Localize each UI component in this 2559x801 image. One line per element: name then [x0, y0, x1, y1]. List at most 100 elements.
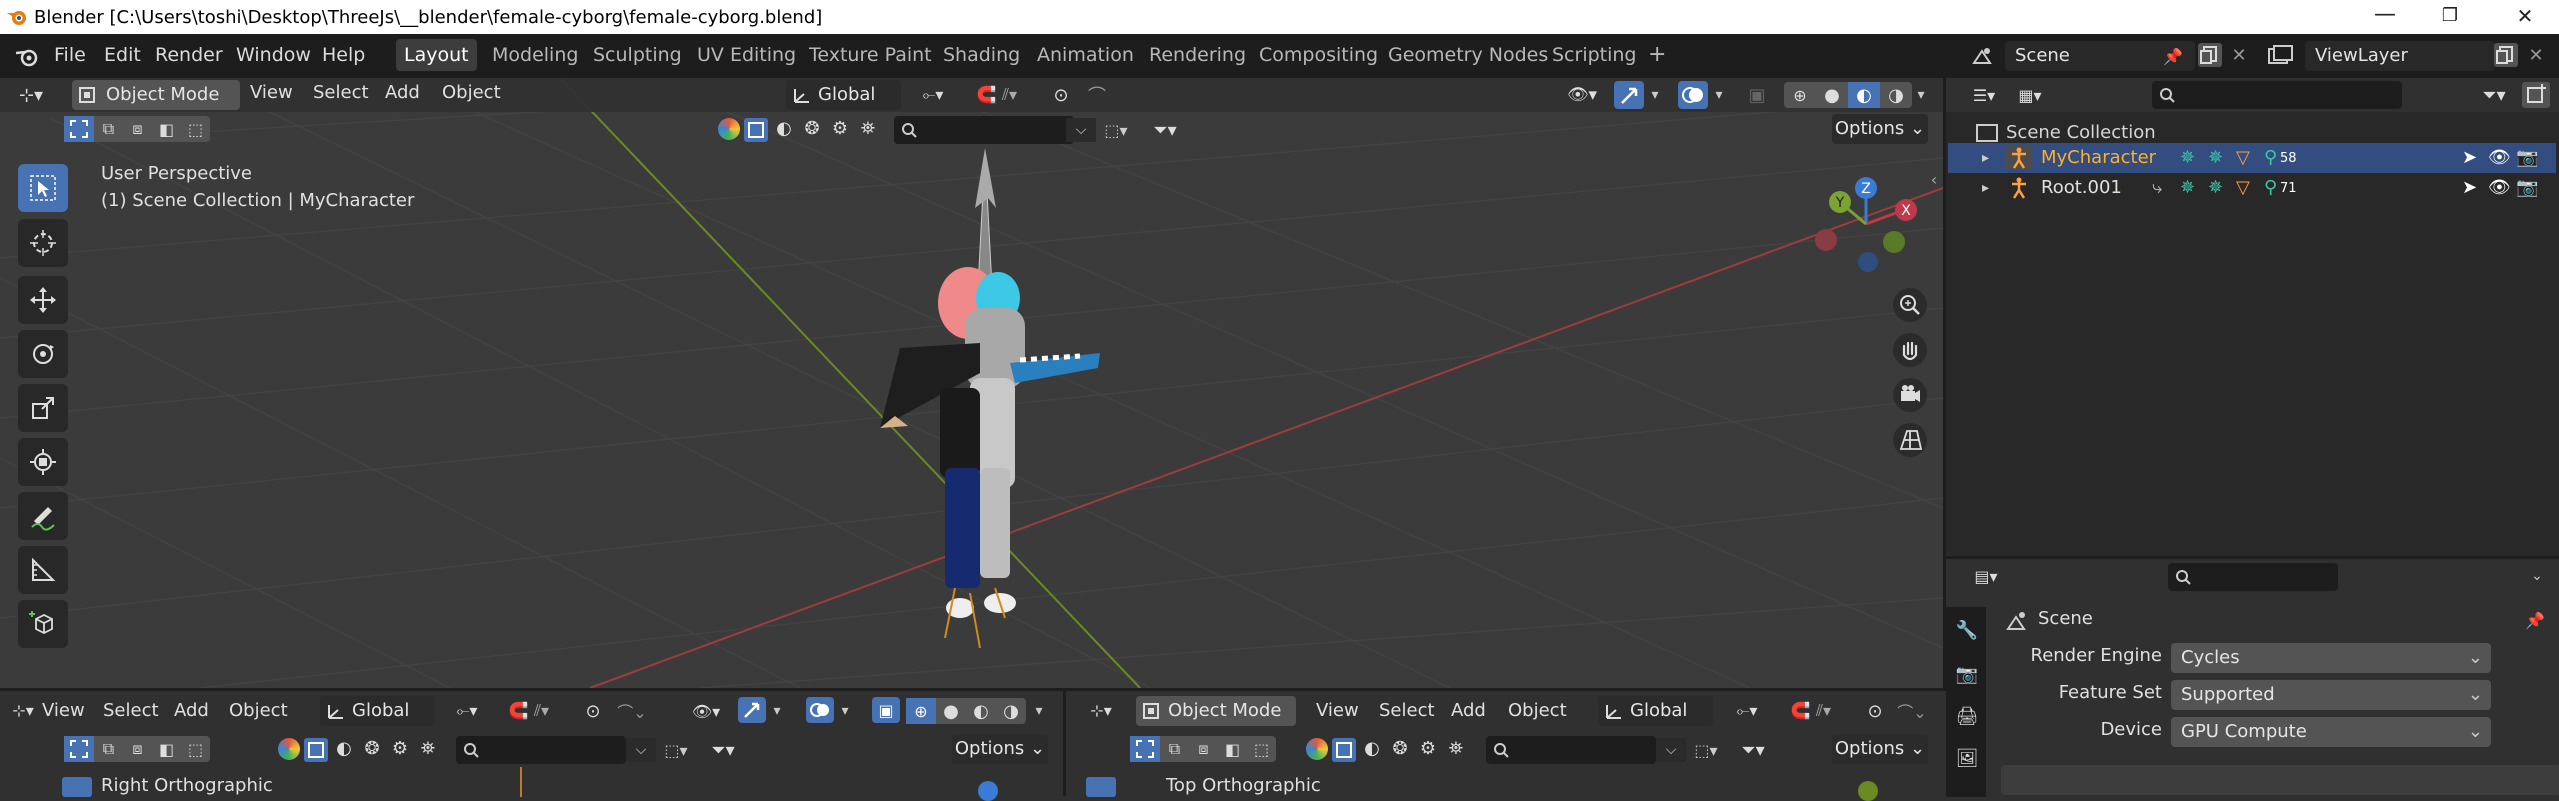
eye-icon[interactable]: 👁 [2488, 173, 2511, 203]
select-extend-icon[interactable]: ⧉ [94, 736, 123, 762]
falloff-icon[interactable]: ⌒⌄ [1892, 700, 1932, 722]
collapse-sidebar-icon[interactable]: ‹ [1925, 170, 1943, 189]
cursor-tool[interactable] [18, 219, 68, 267]
select-extend-icon[interactable]: ⧉ [94, 116, 123, 142]
new-scene-button[interactable] [2198, 43, 2222, 67]
search-options-icon[interactable]: ⌵ [626, 738, 656, 762]
viewport-menu-object[interactable]: Object [442, 82, 501, 103]
editor-type-icon[interactable]: ⊹▾ [16, 84, 46, 106]
add-workspace-button[interactable]: + [1640, 39, 1674, 71]
viewport-menu-select[interactable]: Select [313, 82, 369, 103]
snapping-icon[interactable]: 🧲 ⫽▾ [962, 84, 1032, 106]
select-arrow-icon[interactable]: ➤ [2462, 173, 2477, 203]
outliner-filter-icon[interactable]: ⏷▾ [2474, 84, 2514, 106]
select-intersect-icon[interactable]: ⬚ [1247, 736, 1276, 762]
expand-arrow-icon[interactable]: ▸ [1982, 173, 1989, 203]
render-engine-dropdown[interactable]: Cycles ⌄ [2171, 643, 2491, 673]
filter-icon[interactable]: ⏷▾ [702, 738, 744, 762]
chevron-down-icon[interactable]: ▾ [768, 700, 786, 722]
chevron-down-icon[interactable]: ⌄ [2526, 565, 2548, 587]
properties-search-input[interactable] [2168, 563, 2338, 591]
visibility-icon[interactable]: 👁▾ [686, 700, 726, 722]
add-cube-tool[interactable] [18, 600, 68, 648]
proportional-editing-icon[interactable]: ⊙ [580, 700, 606, 722]
sort-icon[interactable]: ⬚▾ [660, 738, 692, 762]
solid-shading-icon[interactable]: ● [936, 698, 966, 724]
light-filter-icon[interactable]: ❂ [800, 118, 824, 142]
light-filter-icon[interactable]: ❂ [1388, 738, 1412, 762]
select-subtract-icon[interactable]: ⧈ [123, 116, 152, 142]
blender-menu-icon[interactable] [14, 46, 40, 68]
chevron-down-icon[interactable]: ▾ [1710, 84, 1728, 106]
tab-rendering[interactable]: Rendering [1141, 39, 1254, 71]
new-view-layer-button[interactable] [2494, 43, 2518, 67]
snapping-icon[interactable]: 🧲 ⫽▾ [1776, 700, 1846, 722]
eye-icon[interactable]: 👁 [2488, 143, 2511, 173]
br-menu-add[interactable]: Add [1451, 700, 1486, 721]
properties-editor-icon[interactable]: ▤▾ [1966, 565, 2006, 587]
pin-icon[interactable]: 📌 [2524, 609, 2546, 631]
tab-scripting[interactable]: Scripting [1544, 39, 1645, 71]
overlays-toggle-button[interactable] [806, 697, 834, 723]
solid-filter-icon[interactable]: ◐ [772, 118, 796, 142]
display-mode-icon[interactable]: ▦▾ [2012, 84, 2048, 106]
select-subtract-icon[interactable]: ⧈ [1189, 736, 1218, 762]
object-filter-icon[interactable] [1332, 738, 1356, 762]
tool-tab-icon[interactable]: 🔧 [1954, 617, 1980, 643]
outliner-search-input[interactable] [2152, 81, 2402, 109]
falloff-icon[interactable]: ⌒ [1082, 84, 1112, 107]
world-filter-icon[interactable]: ⚙ [828, 118, 852, 142]
search-options-icon[interactable]: ⌵ [1066, 118, 1096, 142]
select-invert-icon[interactable]: ◧ [1218, 736, 1247, 762]
select-extend-icon[interactable]: ⧉ [1160, 736, 1189, 762]
scene-icon[interactable] [1970, 43, 1996, 69]
pin-icon[interactable]: 📌 [2162, 45, 2184, 67]
material-preview-icon[interactable]: ◐ [1848, 82, 1880, 108]
color-filter-icon[interactable] [1306, 738, 1328, 760]
viewport-menu-add[interactable]: Add [385, 82, 420, 103]
select-new-icon[interactable] [64, 116, 94, 142]
solid-shading-icon[interactable]: ● [1816, 82, 1848, 108]
br-menu-view[interactable]: View [1316, 700, 1359, 721]
feature-set-dropdown[interactable]: Supported ⌄ [2171, 680, 2491, 710]
xray-toggle-button[interactable]: ▣ [872, 697, 900, 723]
pivot-point-icon[interactable]: ⟜▾ [1726, 700, 1768, 722]
search-options-icon[interactable]: ⌵ [1656, 738, 1686, 762]
tab-animation[interactable]: Animation [1029, 39, 1142, 71]
pivot-point-icon[interactable]: ⟜▾ [446, 700, 488, 722]
chevron-down-icon[interactable]: ▾ [1646, 84, 1664, 106]
menu-edit[interactable]: Edit [104, 44, 141, 66]
select-invert-icon[interactable]: ◧ [152, 736, 181, 762]
pivot-point-icon[interactable]: ⟜▾ [912, 84, 954, 106]
solid-filter-icon[interactable]: ◐ [1360, 738, 1384, 762]
render-tab-icon[interactable]: 📷 [1954, 661, 1980, 687]
select-new-icon[interactable] [1130, 736, 1160, 762]
editor-type-icon[interactable]: ⊹▾ [1086, 699, 1116, 721]
view-layer-icon[interactable] [2266, 43, 2296, 69]
tab-sculpting[interactable]: Sculpting [585, 39, 690, 71]
xray-icon[interactable]: ▣ [1744, 84, 1770, 106]
viewport-menu-view[interactable]: View [250, 82, 293, 103]
chevron-down-icon[interactable]: ▾ [1030, 700, 1048, 722]
pan-button[interactable] [1893, 333, 1927, 367]
sort-icon[interactable]: ⬚▾ [1690, 738, 1722, 762]
select-arrow-icon[interactable]: ➤ [2462, 143, 2477, 173]
gizmo-toggle-button[interactable] [1614, 81, 1644, 109]
wireframe-shading-icon[interactable]: ⊕ [1784, 82, 1816, 108]
scene-filter-icon[interactable]: ⛯ [1444, 738, 1468, 762]
3d-viewport[interactable]: User Perspective (1) Scene Collection | … [0, 78, 1943, 688]
rotate-tool[interactable] [18, 330, 68, 378]
scene-filter-icon[interactable]: ⛯ [416, 738, 440, 762]
br-menu-select[interactable]: Select [1379, 700, 1435, 721]
object-filter-icon[interactable] [744, 118, 768, 142]
br-search-input[interactable] [1486, 736, 1656, 764]
tab-texture-paint[interactable]: Texture Paint [801, 39, 940, 71]
scale-tool[interactable] [18, 384, 68, 432]
camera-view-button[interactable] [1893, 378, 1927, 412]
world-filter-icon[interactable]: ⚙ [1416, 738, 1440, 762]
bl-options-dropdown[interactable]: Options ⌄ [952, 734, 1048, 764]
bl-menu-view[interactable]: View [42, 700, 85, 721]
measure-tool[interactable] [18, 546, 68, 594]
proportional-editing-icon[interactable]: ⊙ [1862, 700, 1888, 722]
color-filter-icon[interactable] [278, 738, 300, 760]
